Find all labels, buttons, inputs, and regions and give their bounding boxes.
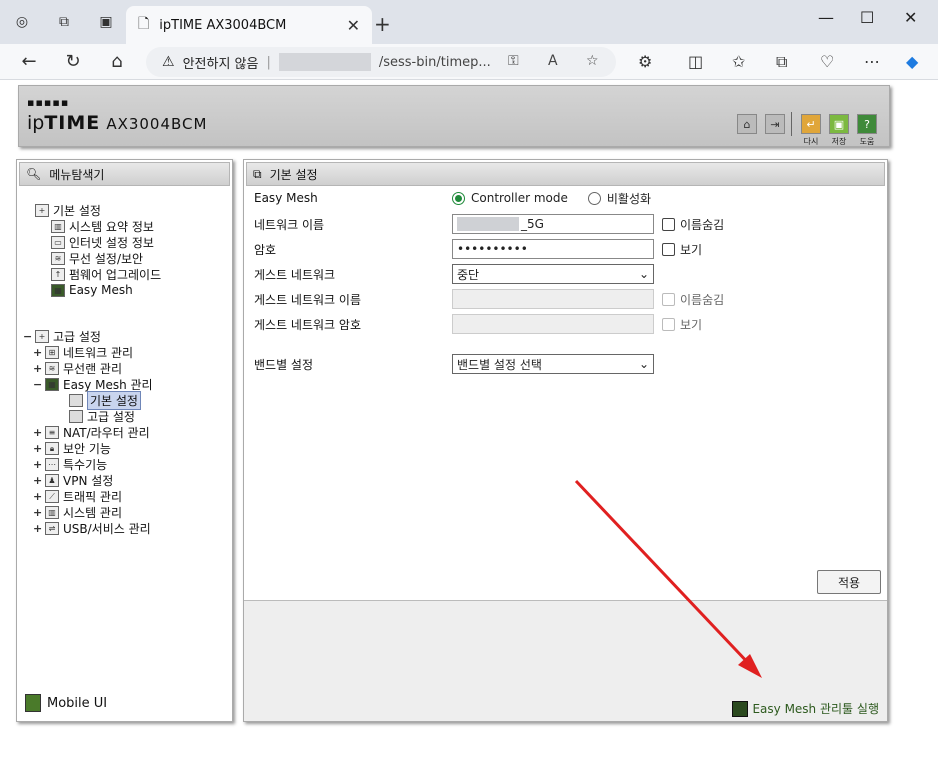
collections-icon[interactable]: ⧉ (776, 52, 787, 72)
refresh-icon[interactable]: ↻ (62, 50, 84, 72)
favorites-icon[interactable]: ✩ (732, 52, 745, 71)
page-icon: 🗋 (138, 16, 150, 32)
address-toolbar: ← ↻ ⌂ ⚠ 안전하지 않음 | /sess-bin/timep... ⚿ A… (0, 44, 938, 80)
address-bar[interactable]: ⚠ 안전하지 않음 | /sess-bin/timep... ⚿ A ☆ (146, 47, 616, 77)
url-path: /sess-bin/timep... (378, 54, 491, 70)
redacted-host (278, 53, 371, 71)
browser-tab[interactable]: 🗋 ipTIME AX3004BCM ✕ (126, 6, 372, 44)
maximize-icon[interactable]: ☐ (860, 8, 874, 27)
close-window-icon[interactable]: ✕ (904, 8, 917, 27)
minimize-icon[interactable]: — (818, 8, 834, 27)
arrow-shaft (574, 479, 754, 669)
close-tab-icon[interactable]: ✕ (347, 16, 360, 35)
home-icon[interactable]: ⌂ (106, 50, 128, 72)
new-tab-icon[interactable]: + (374, 12, 391, 36)
tab-actions-icon[interactable]: ▣ (96, 12, 116, 32)
copilot-icon[interactable]: ◆ (906, 52, 918, 71)
page-viewport: ▪▪▪▪▪ ipTIME AX3004BCM ⌂ ⇥ ↵ ▣ ? 다시 저장 도… (0, 81, 938, 776)
tab-title: ipTIME AX3004BCM (159, 17, 287, 33)
warning-icon: ⚠ (162, 54, 175, 70)
workspaces-icon[interactable]: ⧉ (54, 12, 74, 32)
read-aloud-icon[interactable]: A (548, 53, 558, 69)
extensions-icon[interactable]: ⚙ (638, 52, 652, 71)
health-icon[interactable]: ♡ (820, 52, 834, 71)
security-label: 안전하지 않음 (182, 56, 259, 72)
split-screen-icon[interactable]: ◫ (688, 52, 703, 71)
favorite-star-icon[interactable]: ☆ (586, 53, 599, 69)
key-icon[interactable]: ⚿ (508, 53, 519, 69)
back-icon[interactable]: ← (18, 50, 40, 72)
more-icon[interactable]: ⋯ (864, 52, 880, 71)
profile-icon[interactable]: ◎ (12, 12, 32, 32)
browser-tab-bar: ◎ ⧉ ▣ 🗋 ipTIME AX3004BCM ✕ + — ☐ ✕ (0, 0, 938, 44)
annotation-arrow (574, 479, 762, 678)
